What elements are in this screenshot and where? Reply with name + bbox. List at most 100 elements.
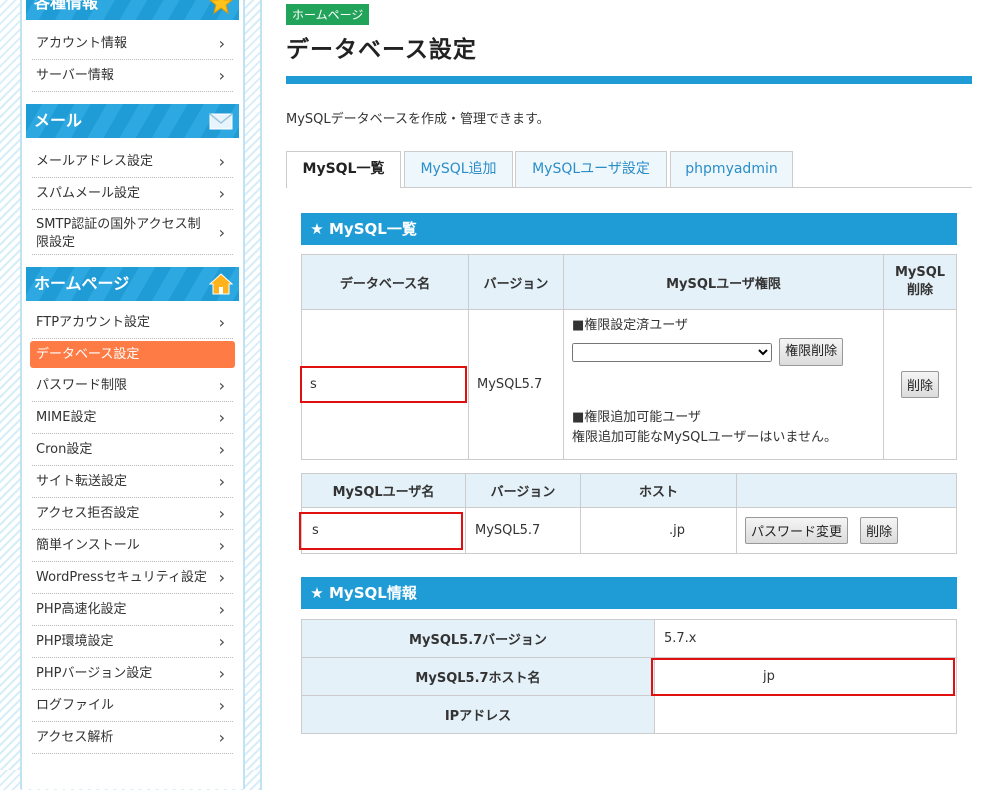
sidebar-section-home-title: ホームページ	[34, 274, 130, 293]
database-table: データベース名 バージョン MySQLユーザ権限 MySQL 削除 s MySQL…	[301, 254, 957, 460]
sidebar-item-label: アクセス解析	[36, 730, 114, 745]
sidebar-section-info-header: 各種情報	[26, 0, 239, 20]
sidebar-item-php-version[interactable]: PHPバージョン設定 ›	[32, 658, 233, 690]
chevron-right-icon: ›	[218, 696, 225, 715]
sidebar-item-label: FTPアカウント設定	[36, 315, 151, 330]
tab-mysql-user-settings[interactable]: MySQLユーザ設定	[515, 151, 667, 187]
db-version-cell: MySQL5.7	[468, 309, 564, 460]
sidebar-item-spam-mail[interactable]: スパムメール設定 ›	[32, 178, 233, 210]
sidebar-item-account-info[interactable]: アカウント情報 ›	[32, 28, 233, 60]
envelope-icon	[209, 113, 233, 130]
title-divider	[286, 76, 972, 84]
column-header: MySQLユーザ名	[301, 473, 466, 508]
sidebar-item-label: アカウント情報	[36, 36, 128, 51]
chevron-right-icon: ›	[218, 408, 225, 427]
house-icon	[209, 273, 233, 295]
page-description: MySQLデータベースを作成・管理できます。	[286, 112, 550, 127]
sidebar-item-label: サーバー情報	[36, 68, 114, 83]
chevron-right-icon: ›	[218, 34, 225, 53]
granted-users-label: ■権限設定済ユーザ	[572, 318, 689, 333]
sidebar-item-label: 簡単インストール	[36, 538, 140, 553]
chevron-right-icon: ›	[218, 504, 225, 523]
section-title: MySQL情報	[329, 584, 417, 602]
sidebar-item-password-restriction[interactable]: パスワード制限 ›	[32, 370, 233, 402]
addable-users-label: ■権限追加可能ユーザ	[572, 410, 702, 425]
delete-database-button[interactable]: 削除	[900, 371, 939, 398]
table-row: MySQL5.7バージョン 5.7.x	[301, 619, 957, 658]
sidebar: 各種情報 アカウント情報 › サーバー情報 › メール メールアドレス設定 › スパム…	[20, 0, 245, 789]
chevron-right-icon: ›	[218, 600, 225, 619]
star-icon: ★	[310, 220, 324, 238]
info-label: IPアドレス	[301, 695, 655, 734]
column-header-line: MySQL	[894, 265, 946, 280]
star-icon	[209, 0, 233, 15]
column-header-actions	[736, 473, 957, 508]
delete-user-button[interactable]: 削除	[860, 517, 899, 544]
sidebar-item-cron[interactable]: Cron設定 ›	[32, 434, 233, 466]
sidebar-item-php-acceleration[interactable]: PHP高速化設定 ›	[32, 594, 233, 626]
sidebar-item-label: パスワード制限	[36, 378, 128, 393]
section-title: MySQL一覧	[329, 220, 417, 238]
sidebar-section-mail-title: メール	[34, 111, 83, 130]
user-version-cell: MySQL5.7	[465, 507, 581, 554]
chevron-right-icon: ›	[218, 472, 225, 491]
column-header: MySQL 削除	[883, 254, 957, 310]
sidebar-item-access-analytics[interactable]: アクセス解析 ›	[32, 722, 233, 754]
change-password-button[interactable]: パスワード変更	[745, 517, 849, 544]
sidebar-item-ftp[interactable]: FTPアカウント設定 ›	[32, 307, 233, 339]
chevron-right-icon: ›	[218, 568, 225, 587]
chevron-right-icon: ›	[218, 66, 225, 85]
sidebar-item-label: メールアドレス設定	[36, 154, 154, 169]
chevron-right-icon: ›	[218, 184, 225, 203]
sidebar-item-label: Cron設定	[36, 442, 93, 457]
sidebar-item-mail-address[interactable]: メールアドレス設定 ›	[32, 146, 233, 178]
info-value	[654, 695, 957, 734]
tab-mysql-add[interactable]: MySQL追加	[404, 151, 513, 187]
chevron-right-icon: ›	[218, 664, 225, 683]
chevron-right-icon: ›	[218, 223, 225, 242]
table-row: IPアドレス	[301, 695, 957, 734]
highlight-box-user-name	[299, 512, 463, 550]
sidebar-item-site-redirect[interactable]: サイト転送設定 ›	[32, 466, 233, 498]
sidebar-item-log-files[interactable]: ログファイル ›	[32, 690, 233, 722]
sidebar-item-label: PHP環境設定	[36, 634, 114, 649]
tab-mysql-list[interactable]: MySQL一覧	[286, 151, 401, 188]
sidebar-item-mime[interactable]: MIME設定 ›	[32, 402, 233, 434]
sidebar-item-php-environment[interactable]: PHP環境設定 ›	[32, 626, 233, 658]
column-header: ホスト	[580, 473, 737, 508]
section-header-mysql-list: ★ MySQL一覧	[301, 213, 957, 245]
info-value: 5.7.x	[654, 619, 957, 658]
column-header: データベース名	[301, 254, 469, 310]
sidebar-item-access-deny[interactable]: アクセス拒否設定 ›	[32, 498, 233, 530]
sidebar-section-info-title: 各種情報	[34, 0, 99, 12]
page-title: データベース設定	[286, 37, 477, 63]
chevron-right-icon: ›	[218, 313, 225, 332]
sidebar-item-label: データベース設定	[36, 347, 140, 362]
sidebar-item-smtp-restriction[interactable]: SMTP認証の国外アクセス制限設定 ›	[32, 210, 233, 255]
sidebar-item-label: サイト転送設定	[36, 474, 128, 489]
chevron-right-icon: ›	[218, 376, 225, 395]
granted-users-select[interactable]	[572, 342, 772, 362]
sidebar-item-easy-install[interactable]: 簡単インストール ›	[32, 530, 233, 562]
column-header: MySQLユーザ権限	[563, 254, 884, 310]
user-host-cell: .jp	[580, 507, 737, 554]
chevron-right-icon: ›	[218, 440, 225, 459]
column-header-line: 削除	[906, 283, 933, 298]
sidebar-item-label: MIME設定	[36, 410, 97, 425]
chevron-right-icon: ›	[218, 632, 225, 651]
breadcrumb-tag[interactable]: ホームページ	[286, 4, 370, 25]
chevron-right-icon: ›	[218, 728, 225, 747]
revoke-privilege-button[interactable]: 権限削除	[779, 338, 844, 366]
sidebar-item-database[interactable]: データベース設定	[30, 341, 235, 368]
sidebar-section-home-header: ホームページ	[26, 267, 239, 301]
column-header: バージョン	[468, 254, 564, 310]
sidebar-item-label: スパムメール設定	[36, 186, 141, 201]
sidebar-section-mail-header: メール	[26, 104, 239, 138]
column-header: バージョン	[465, 473, 581, 508]
tab-phpmyadmin[interactable]: phpmyadmin	[670, 151, 793, 187]
sidebar-item-wordpress-security[interactable]: WordPressセキュリティ設定 ›	[32, 562, 233, 594]
info-label: MySQL5.7ホスト名	[301, 657, 655, 696]
section-header-mysql-info: ★ MySQL情報	[301, 577, 957, 609]
sidebar-item-server-info[interactable]: サーバー情報 ›	[32, 60, 233, 92]
main-content: ホームページ データベース設定 MySQLデータベースを作成・管理できます。 M…	[260, 0, 1008, 790]
